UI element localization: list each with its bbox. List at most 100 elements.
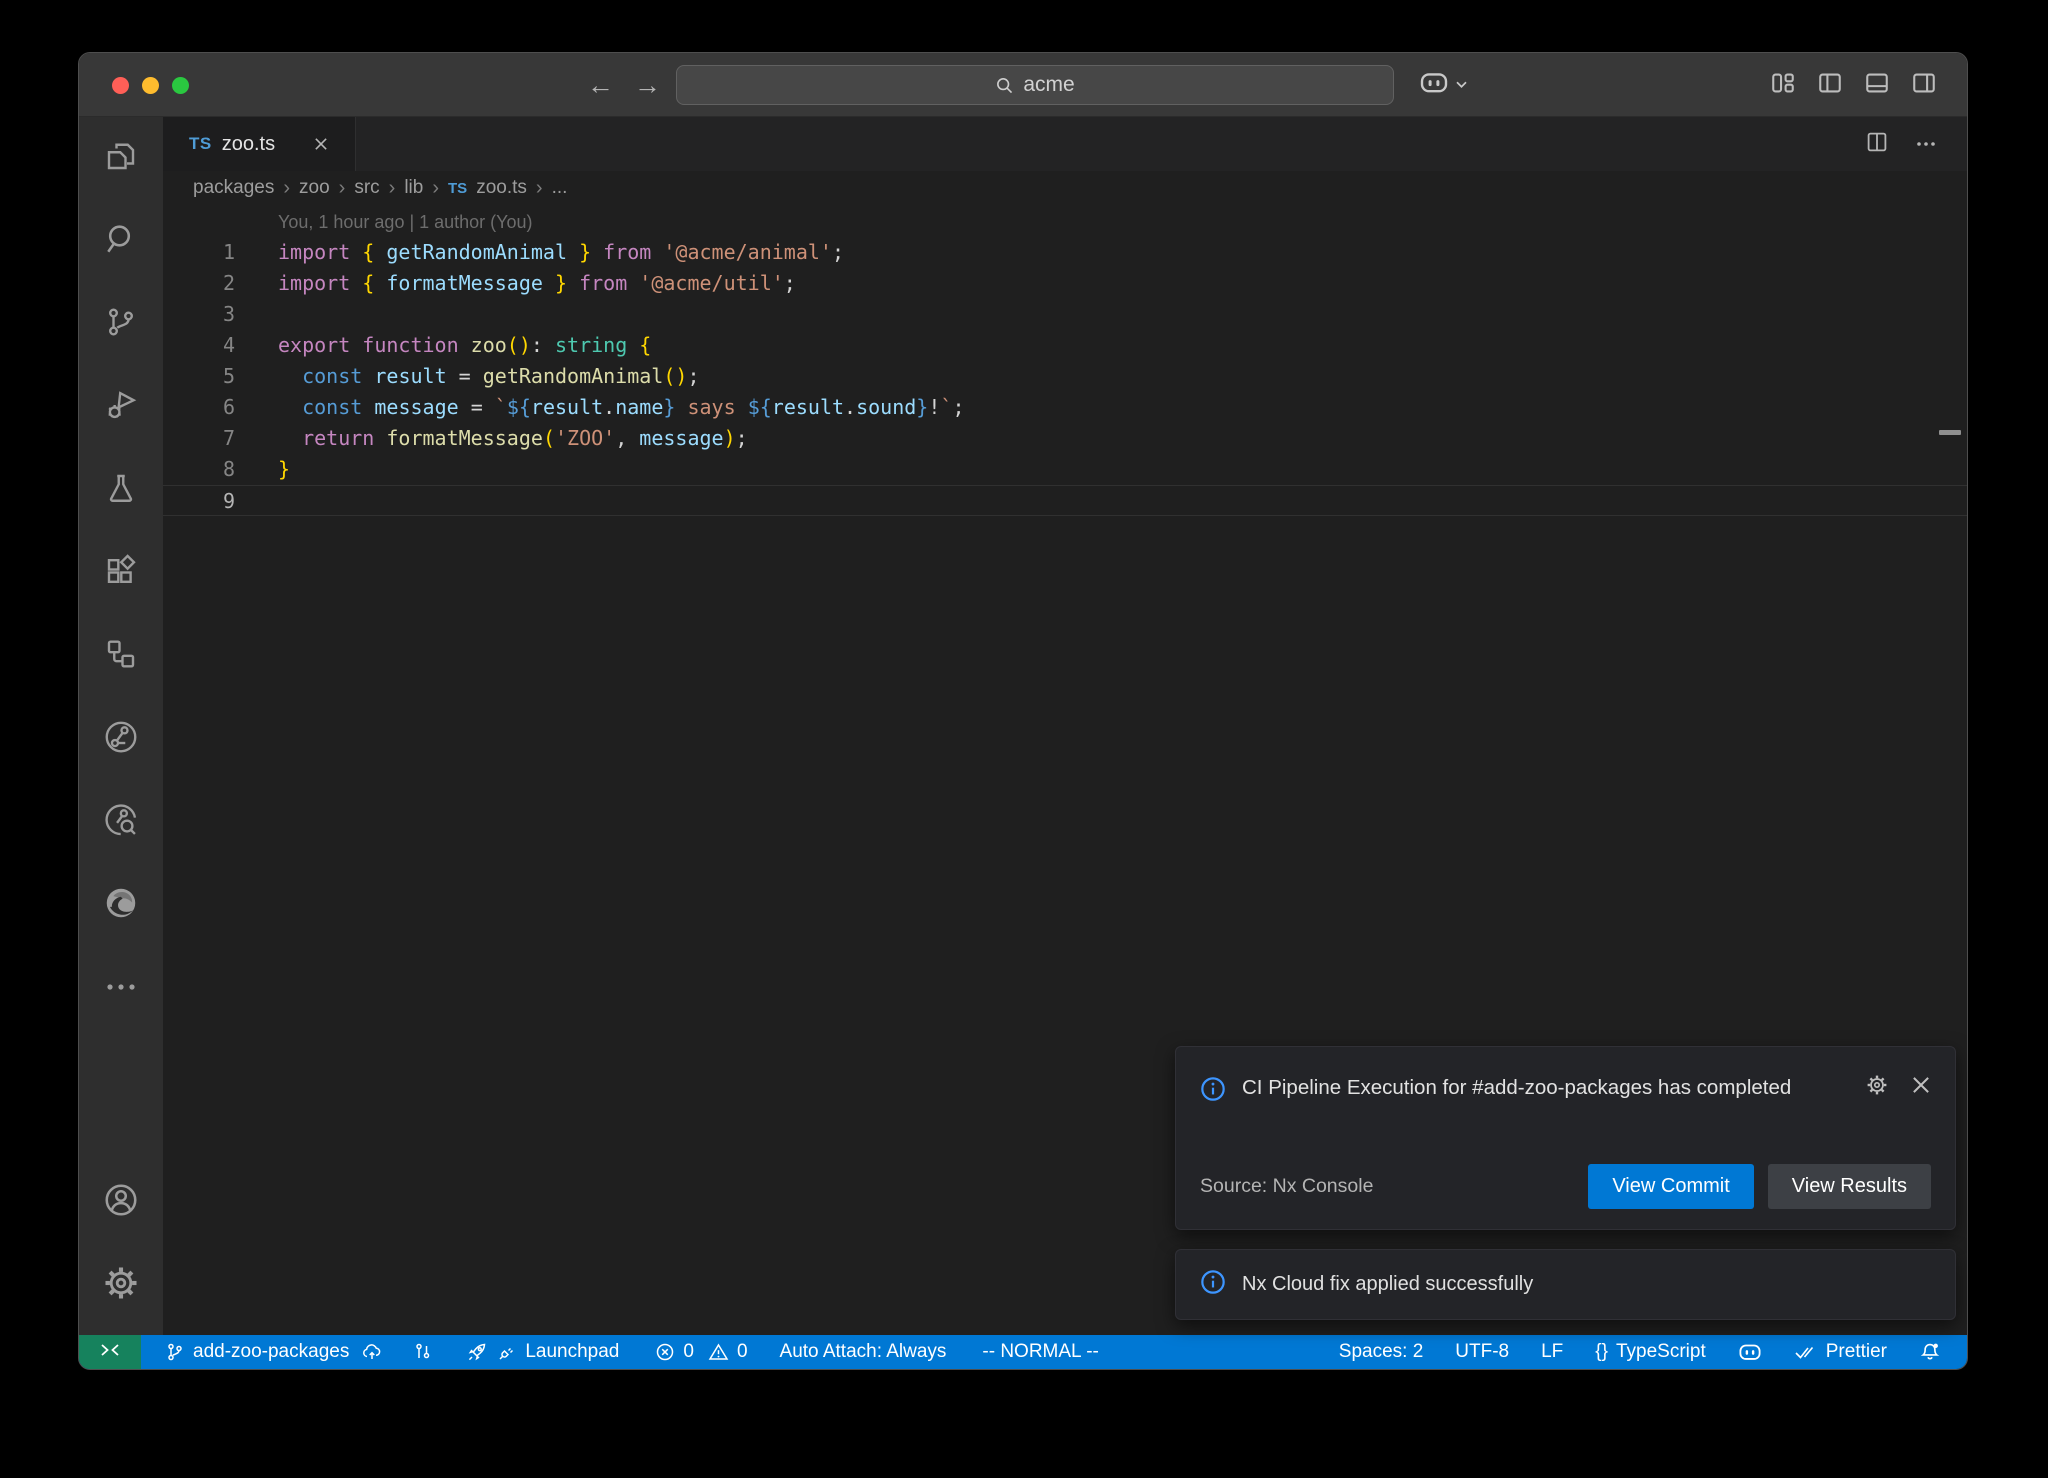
- line-number: 2: [163, 268, 235, 299]
- warning-icon: [708, 1342, 729, 1362]
- code-text: import { getRandomAnimal } from '@acme/a…: [235, 237, 844, 268]
- sidebar-item-run-debug[interactable]: [79, 366, 163, 449]
- breadcrumb: packages › zoo › src › lib › TS zoo.ts ›…: [163, 171, 1967, 205]
- activity-bar: [79, 117, 163, 1335]
- nx-console-icon: [103, 636, 139, 677]
- notification-close-icon[interactable]: [1911, 1075, 1931, 1100]
- desktop-background: ← → acme: [0, 0, 2048, 1478]
- remote-icon: [100, 1341, 120, 1363]
- nx-cloud-icon: [102, 718, 140, 761]
- zoom-window-button[interactable]: [172, 77, 189, 94]
- tab-label: zoo.ts: [222, 133, 275, 156]
- copilot-status[interactable]: [1738, 1342, 1762, 1362]
- sidebar-item-nx-cloud[interactable]: [79, 698, 163, 781]
- accounts-icon: [102, 1181, 140, 1224]
- tab-zoo-ts[interactable]: TS zoo.ts: [163, 117, 356, 171]
- breadcrumb-item[interactable]: zoo.ts: [476, 177, 527, 199]
- toggle-primary-sidebar-icon[interactable]: [1817, 70, 1843, 101]
- accounts-button[interactable]: [79, 1161, 163, 1244]
- sidebar-item-nx-cloud-inspect[interactable]: [79, 781, 163, 864]
- code-line[interactable]: 1import { getRandomAnimal } from '@acme/…: [163, 237, 1967, 268]
- view-commit-button[interactable]: View Commit: [1588, 1164, 1753, 1209]
- eol-status[interactable]: LF: [1541, 1341, 1563, 1363]
- notification-settings-gear-icon[interactable]: [1865, 1073, 1889, 1102]
- git-branch-status[interactable]: add-zoo-packages: [165, 1341, 383, 1363]
- breadcrumb-item[interactable]: zoo: [299, 177, 330, 199]
- overview-ruler-marker: [1939, 430, 1961, 435]
- line-number: 8: [163, 454, 235, 485]
- tab-close-icon[interactable]: [313, 136, 329, 152]
- forward-arrow-icon[interactable]: →: [634, 70, 661, 101]
- problems-status[interactable]: 0 0: [655, 1341, 747, 1363]
- traffic-lights: [112, 53, 189, 117]
- code-line[interactable]: 9: [163, 485, 1967, 516]
- error-icon: [655, 1342, 675, 1362]
- sidebar-item-edge-browser[interactable]: [79, 864, 163, 947]
- remote-indicator[interactable]: [79, 1335, 141, 1369]
- title-bar: ← → acme: [79, 53, 1967, 117]
- explorer-icon: [103, 138, 139, 179]
- close-window-button[interactable]: [112, 77, 129, 94]
- notification-toast-nx-cloud: Nx Cloud fix applied successfully: [1175, 1249, 1956, 1320]
- formatter-status[interactable]: Prettier: [1794, 1341, 1887, 1363]
- testing-beaker-icon: [103, 470, 139, 511]
- sidebar-item-testing[interactable]: [79, 449, 163, 532]
- breadcrumb-item[interactable]: ...: [552, 177, 568, 199]
- extensions-icon: [103, 553, 139, 594]
- notifications-bell[interactable]: [1919, 1341, 1941, 1363]
- language-label: TypeScript: [1616, 1341, 1706, 1363]
- chevron-down-icon[interactable]: [1455, 76, 1468, 94]
- cloud-upload-icon: [361, 1342, 383, 1362]
- launchpad-label: Launchpad: [525, 1341, 619, 1363]
- search-view-icon: [103, 221, 139, 262]
- auto-attach-status[interactable]: Auto Attach: Always: [780, 1341, 947, 1363]
- copilot-icon: [1738, 1342, 1762, 1362]
- sidebar-item-source-control[interactable]: [79, 283, 163, 366]
- code-text: [235, 486, 278, 515]
- chevron-right-icon: ›: [389, 177, 396, 200]
- code-line[interactable]: 6 const message = `${result.name} says $…: [163, 392, 1967, 423]
- line-number: 9: [163, 486, 235, 515]
- bell-dot-icon: [1919, 1341, 1941, 1363]
- double-check-icon: [1794, 1343, 1818, 1361]
- commit-graph-status[interactable]: [413, 1342, 433, 1362]
- info-icon: [1200, 1069, 1226, 1107]
- copilot-icon[interactable]: [1419, 70, 1449, 100]
- view-results-button[interactable]: View Results: [1768, 1164, 1931, 1209]
- settings-button[interactable]: [79, 1244, 163, 1327]
- toggle-secondary-sidebar-icon[interactable]: [1911, 70, 1937, 101]
- minimize-window-button[interactable]: [142, 77, 159, 94]
- launchpad-status[interactable]: Launchpad: [465, 1340, 619, 1364]
- breadcrumb-item[interactable]: src: [354, 177, 379, 199]
- language-mode-status[interactable]: {} TypeScript: [1595, 1341, 1705, 1363]
- customize-layout-icon[interactable]: [1770, 70, 1796, 101]
- breadcrumb-item[interactable]: packages: [193, 177, 274, 199]
- code-line[interactable]: 7 return formatMessage('ZOO', message);: [163, 423, 1967, 454]
- encoding-status[interactable]: UTF-8: [1455, 1341, 1509, 1363]
- vim-mode-label: -- NORMAL --: [982, 1341, 1098, 1363]
- sidebar-item-extensions[interactable]: [79, 532, 163, 615]
- indentation-status[interactable]: Spaces: 2: [1339, 1341, 1424, 1363]
- code-line[interactable]: 2import { formatMessage } from '@acme/ut…: [163, 268, 1967, 299]
- command-center-search[interactable]: acme: [676, 65, 1394, 105]
- code-line[interactable]: 4export function zoo(): string {: [163, 330, 1967, 361]
- split-editor-icon[interactable]: [1865, 130, 1889, 159]
- sidebar-item-search[interactable]: [79, 200, 163, 283]
- sidebar-item-explorer[interactable]: [79, 117, 163, 200]
- breadcrumb-item[interactable]: lib: [404, 177, 423, 199]
- toggle-panel-icon[interactable]: [1864, 70, 1890, 101]
- nx-cloud-inspect-icon: [102, 801, 140, 844]
- code-line[interactable]: 8}: [163, 454, 1967, 485]
- notification-message: CI Pipeline Execution for #add-zoo-packa…: [1242, 1069, 1802, 1107]
- vim-mode-status[interactable]: -- NORMAL --: [982, 1341, 1098, 1363]
- code-line[interactable]: 3: [163, 299, 1967, 330]
- back-arrow-icon[interactable]: ←: [587, 70, 614, 101]
- git-branch-icon: [165, 1342, 185, 1362]
- code-line[interactable]: 5 const result = getRandomAnimal();: [163, 361, 1967, 392]
- sidebar-item-nx-console[interactable]: [79, 615, 163, 698]
- code-text: const result = getRandomAnimal();: [235, 361, 700, 392]
- sidebar-item-more-views[interactable]: [79, 947, 163, 1030]
- more-actions-icon[interactable]: [1915, 135, 1937, 153]
- line-number: 7: [163, 423, 235, 454]
- more-views-ellipsis-icon: [104, 980, 138, 998]
